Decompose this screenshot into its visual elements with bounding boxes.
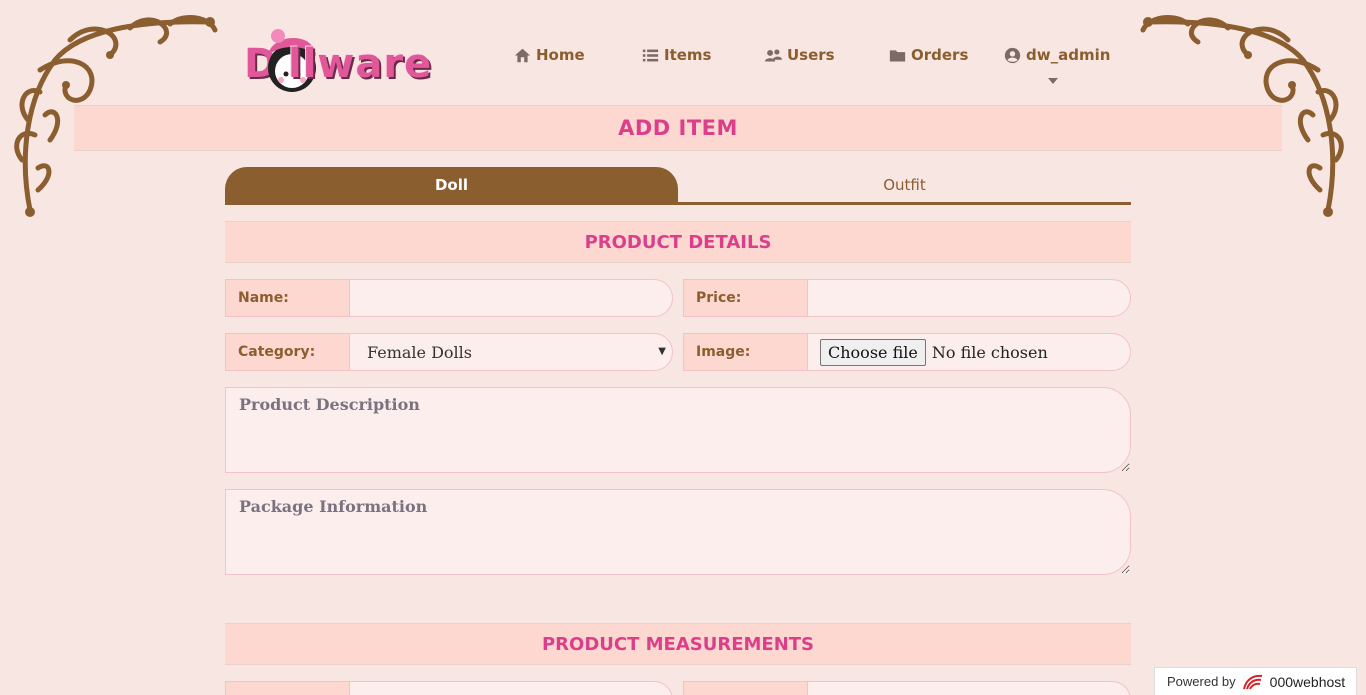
tab-doll[interactable]: Doll xyxy=(225,167,678,202)
product-details-title: PRODUCT DETAILS xyxy=(584,231,772,253)
users-icon xyxy=(765,49,782,61)
measurement-label-left xyxy=(226,682,350,695)
measurement-input-left[interactable] xyxy=(350,682,672,695)
powered-by-label: Powered by xyxy=(1167,674,1236,689)
image-file-input: Choose file No file chosen xyxy=(808,334,1130,370)
package-information-textarea[interactable] xyxy=(225,489,1131,575)
webhost-brand: 000webhost xyxy=(1269,673,1346,690)
nav-account[interactable]: dw_admin xyxy=(1004,46,1110,64)
nav-users[interactable]: Users xyxy=(765,46,835,64)
item-type-tabs: Doll Outfit xyxy=(225,167,1131,205)
price-input[interactable] xyxy=(808,280,1130,316)
tab-outfit[interactable]: Outfit xyxy=(678,167,1131,202)
folder-icon xyxy=(889,49,906,61)
measurement-input-right[interactable] xyxy=(808,682,1130,695)
price-label: Price: xyxy=(684,280,808,316)
nav-items-label: Items xyxy=(664,46,712,64)
price-group: Price: xyxy=(683,279,1131,317)
name-label: Name: xyxy=(226,280,350,316)
nav-home[interactable]: Home xyxy=(514,46,585,64)
category-selected-value: Female Dolls xyxy=(367,342,472,362)
measurement-label-right xyxy=(684,682,808,695)
nav-account-label: dw_admin xyxy=(1026,46,1111,64)
category-select[interactable]: Female Dolls ▼ xyxy=(350,334,672,370)
site-logo[interactable]: D llware xyxy=(242,24,482,98)
home-icon xyxy=(514,48,531,62)
measurement-group-left xyxy=(225,681,673,695)
image-label: Image: xyxy=(684,334,808,370)
file-status: No file chosen xyxy=(931,342,1048,362)
image-group: Image: Choose file No file chosen xyxy=(683,333,1131,371)
webhost-logo-icon xyxy=(1242,674,1262,690)
product-measurements-title: PRODUCT MEASUREMENTS xyxy=(541,633,815,655)
page-title: ADD ITEM xyxy=(618,116,738,140)
nav-items[interactable]: Items xyxy=(642,46,711,64)
category-label: Category: xyxy=(226,334,350,370)
measurement-group-right xyxy=(683,681,1131,695)
page-header: ADD ITEM xyxy=(74,105,1282,151)
category-group: Category: Female Dolls ▼ xyxy=(225,333,673,371)
choose-file-button[interactable]: Choose file xyxy=(820,338,926,366)
product-details-header: PRODUCT DETAILS xyxy=(225,221,1131,263)
nav-home-label: Home xyxy=(536,46,585,64)
logo-text: llware xyxy=(288,41,433,87)
nav-orders[interactable]: Orders xyxy=(889,46,968,64)
name-group: Name: xyxy=(225,279,673,317)
nav-orders-label: Orders xyxy=(911,46,969,64)
product-description-textarea[interactable] xyxy=(225,387,1131,473)
name-input[interactable] xyxy=(350,280,672,316)
product-measurements-header: PRODUCT MEASUREMENTS xyxy=(225,623,1131,665)
user-circle-icon xyxy=(1004,47,1021,63)
nav-users-label: Users xyxy=(787,46,835,64)
select-arrow-icon: ▼ xyxy=(658,346,666,357)
powered-by-badge[interactable]: Powered by 000webhost xyxy=(1154,667,1357,695)
account-dropdown-caret-icon[interactable] xyxy=(1048,78,1058,84)
list-icon xyxy=(642,49,659,61)
